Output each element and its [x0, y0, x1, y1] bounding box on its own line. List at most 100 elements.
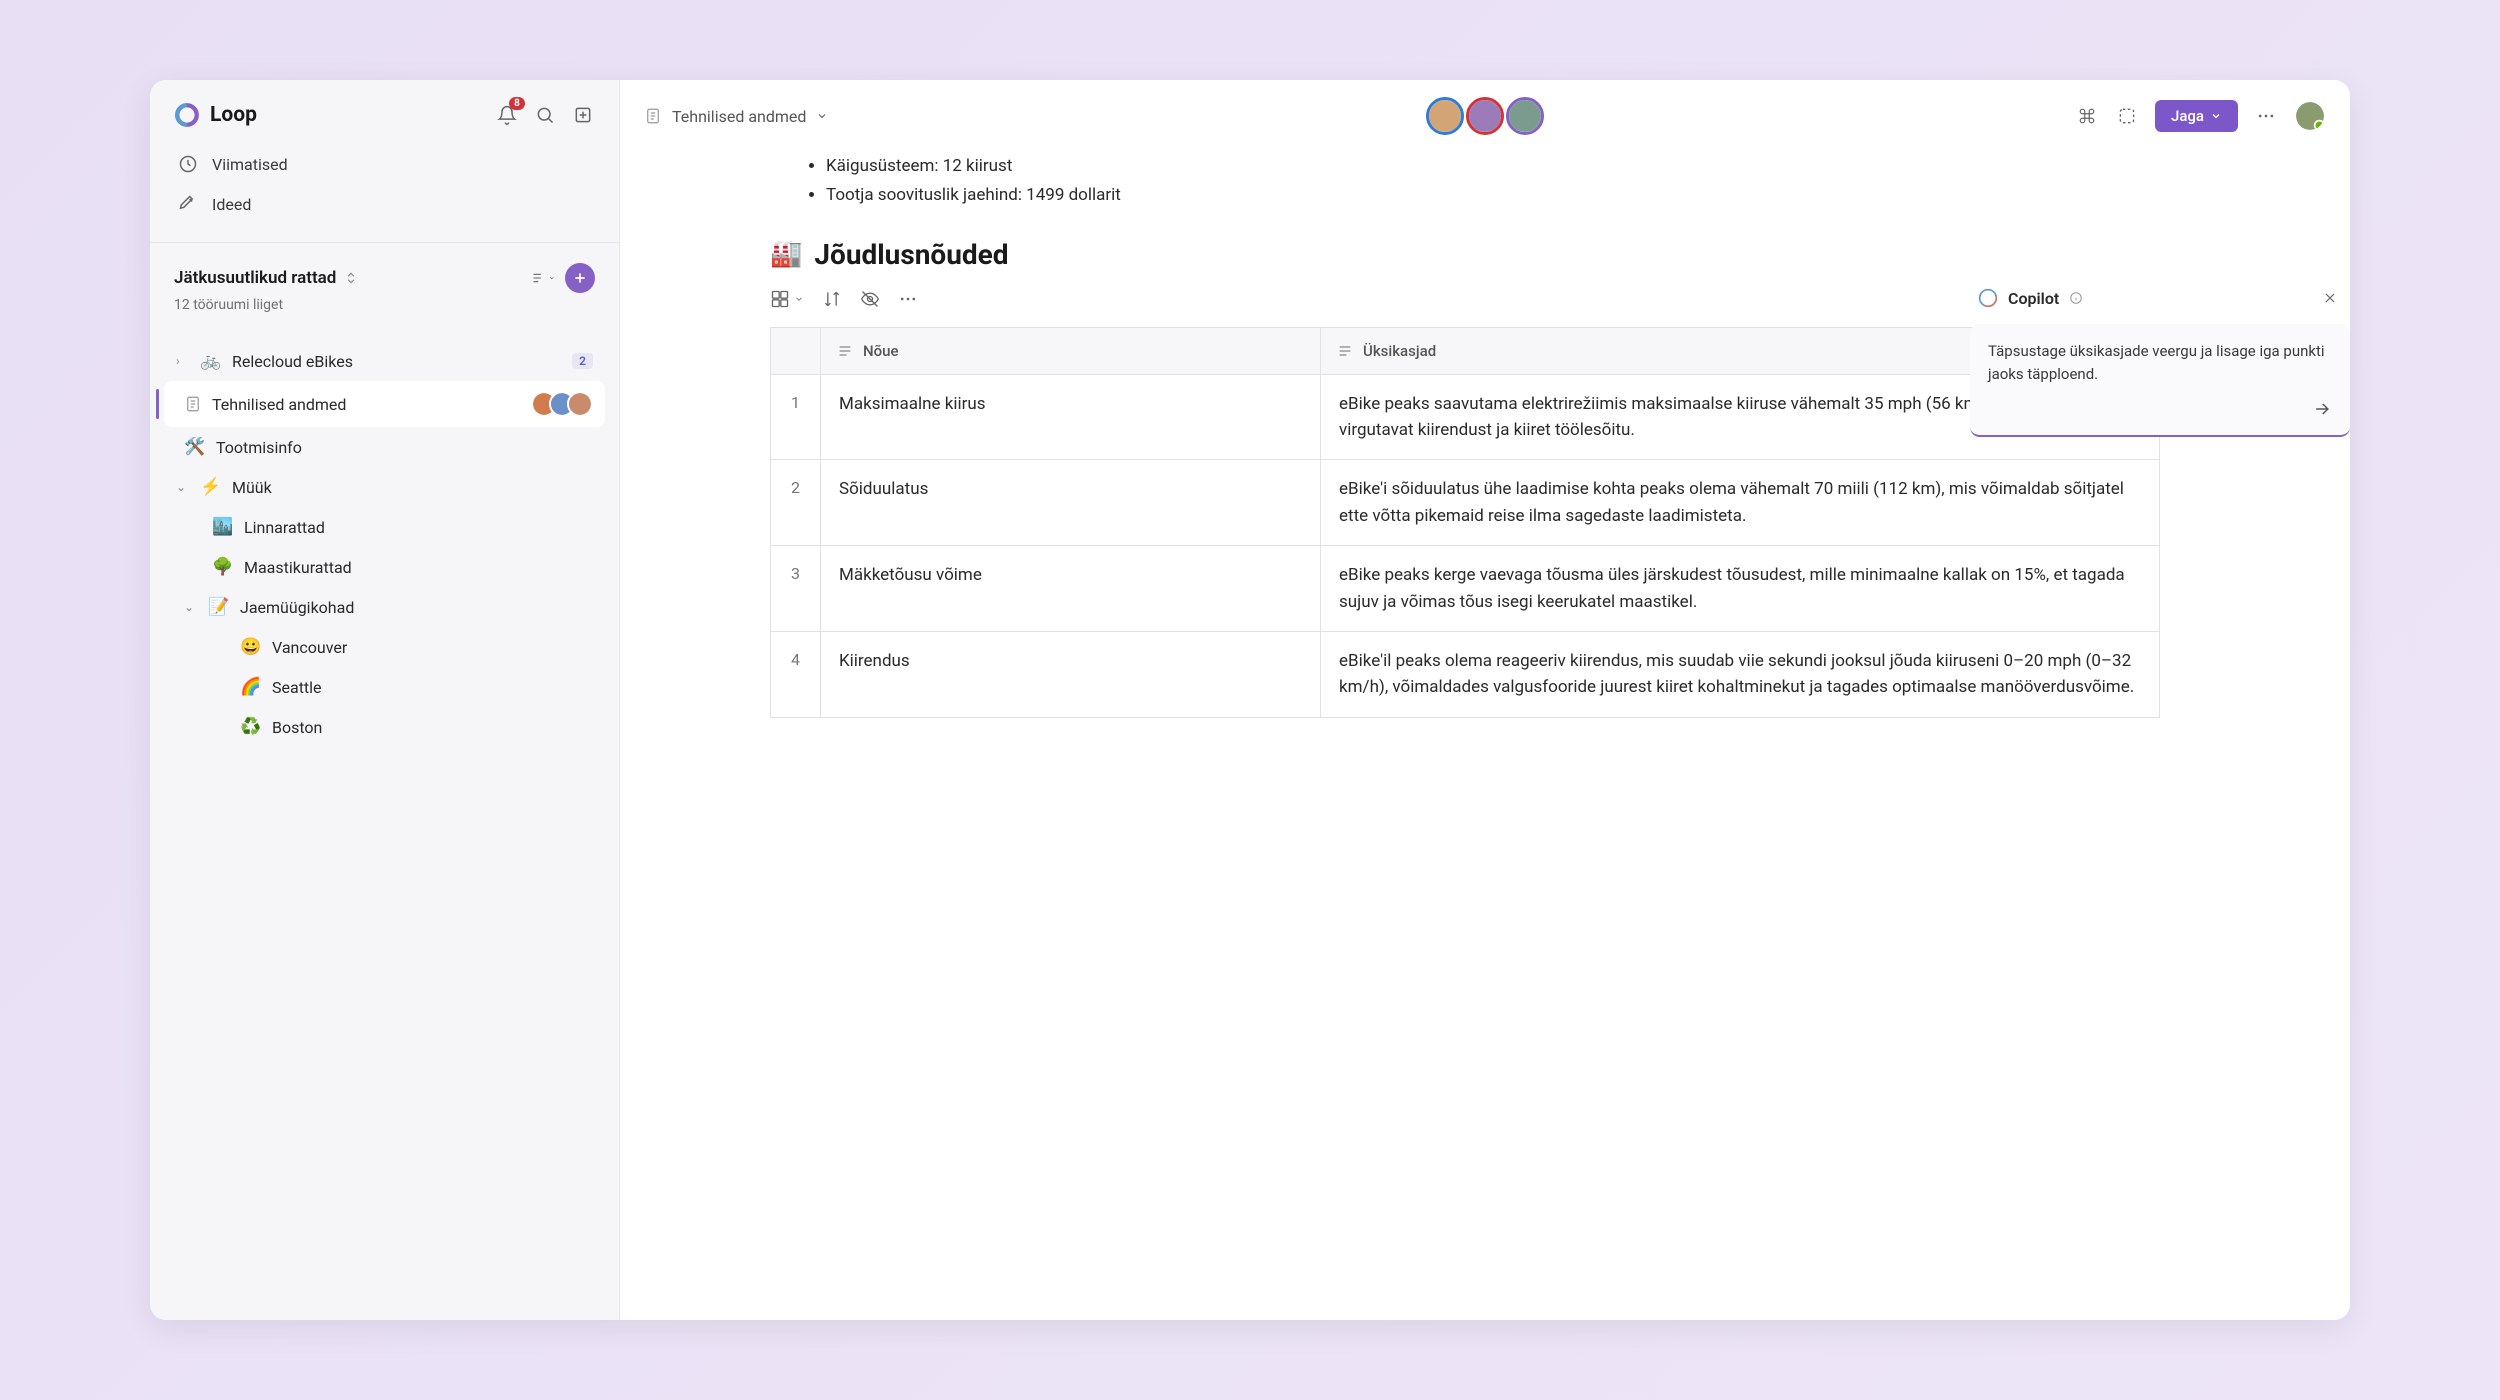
plus-icon	[572, 270, 588, 286]
list-options-button[interactable]	[531, 266, 555, 290]
cell-requirement[interactable]: Sõiduulatus	[821, 460, 1321, 546]
tree-item-retail[interactable]: ⌄ 📝 Jaemüügikohad	[164, 587, 605, 627]
sort-icon[interactable]	[822, 289, 842, 309]
tree-icon: 🌳	[212, 557, 234, 577]
tree-label: Vancouver	[272, 638, 593, 657]
pencil-icon: 📝	[208, 597, 230, 617]
pen-icon	[178, 194, 198, 214]
add-page-button[interactable]	[571, 103, 595, 127]
tree-label: Relecloud eBikes	[232, 352, 562, 371]
tree-item-sales[interactable]: ⌄ ⚡ Müük	[164, 467, 605, 507]
tree-item-mountain-bikes[interactable]: 🌳 Maastikurattad	[164, 547, 605, 587]
clock-icon	[178, 154, 198, 174]
visibility-icon[interactable]	[860, 289, 880, 309]
component-button[interactable]	[2115, 104, 2139, 128]
command-button[interactable]	[2075, 104, 2099, 128]
cell-requirement[interactable]: Maksimaalne kiirus	[821, 374, 1321, 460]
tree-item-seattle[interactable]: 🌈 Seattle	[164, 667, 605, 707]
cell-details[interactable]: eBike'i sõiduulatus ühe laadimise kohta …	[1321, 460, 2160, 546]
copilot-title: Copilot	[2008, 289, 2059, 308]
workspace-subtitle: 12 tööruumi liiget	[174, 297, 595, 313]
tree-item-vancouver[interactable]: 😀 Vancouver	[164, 627, 605, 667]
nav-ideas-label: Ideed	[212, 195, 251, 214]
face-icon: 😀	[240, 637, 262, 657]
row-number: 2	[771, 460, 821, 546]
app-logo[interactable]: Loop	[174, 102, 257, 128]
factory-icon: 🏭	[770, 239, 802, 269]
tree-label: Tootmisinfo	[216, 438, 593, 457]
chevron-down-icon	[816, 110, 828, 122]
page-icon	[184, 395, 202, 413]
section-title: Jõudlusnõuded	[814, 238, 1008, 271]
more-horizontal-icon[interactable]	[898, 289, 918, 309]
text-icon	[837, 343, 853, 359]
city-icon: 🏙️	[212, 517, 234, 537]
bolt-icon: ⚡	[200, 477, 222, 497]
workspace-actions	[531, 263, 595, 293]
close-copilot-button[interactable]	[2318, 286, 2342, 310]
section-heading[interactable]: 🏭 Jõudlusnõuded	[770, 238, 2160, 271]
avatar	[567, 391, 593, 417]
cell-requirement[interactable]: Kiirendus	[821, 631, 1321, 717]
chevron-down-icon	[548, 273, 555, 283]
search-icon	[535, 105, 555, 125]
tree-label: Müük	[232, 478, 593, 497]
more-button[interactable]	[2254, 104, 2278, 128]
nav-recents-label: Viimatised	[212, 155, 288, 174]
sidebar: Loop 8 Viimatised	[150, 80, 620, 1320]
tree-item-production[interactable]: 🛠️ Tootmisinfo	[164, 427, 605, 467]
tree-item-tech-data[interactable]: Tehnilised andmed	[164, 381, 605, 427]
chevron-right-icon: ›	[176, 354, 190, 368]
search-button[interactable]	[533, 103, 557, 127]
workspace-section: Jätkusuutlikud rattad 12 tööruumi liiget	[150, 242, 619, 325]
info-icon[interactable]	[2069, 291, 2083, 305]
cell-requirement[interactable]: Mäkketõusu võime	[821, 546, 1321, 632]
arrow-right-icon[interactable]	[2312, 399, 2332, 419]
table-row[interactable]: 1 Maksimaalne kiirus eBike peaks saavuta…	[771, 374, 2160, 460]
tree-item-boston[interactable]: ♻️ Boston	[164, 707, 605, 747]
copilot-header: Copilot	[1970, 282, 2350, 324]
tools-icon: 🛠️	[184, 437, 206, 457]
presence-avatar[interactable]	[1426, 97, 1464, 135]
workspace-header: Jätkusuutlikud rattad	[174, 263, 595, 293]
table-row[interactable]: 4 Kiirendus eBike'il peaks olema reageer…	[771, 631, 2160, 717]
rainbow-icon: 🌈	[240, 677, 262, 697]
presence-group	[1426, 97, 1544, 135]
tree-item-relecloud[interactable]: › 🚲 Relecloud eBikes 2	[164, 341, 605, 381]
copilot-icon	[1978, 288, 1998, 308]
table-row[interactable]: 2 Sõiduulatus eBike'i sõiduulatus ühe la…	[771, 460, 2160, 546]
add-page-icon	[573, 105, 593, 125]
th-label: Nõue	[863, 342, 899, 360]
nav-recents[interactable]: Viimatised	[164, 144, 605, 184]
table-toolbar	[770, 289, 2160, 309]
page-icon	[644, 107, 662, 125]
workspace-switcher[interactable]: Jätkusuutlikud rattad	[174, 268, 358, 288]
close-icon	[2322, 290, 2338, 306]
view-switcher[interactable]	[770, 289, 804, 309]
tree-label: Maastikurattad	[244, 558, 593, 577]
cell-details[interactable]: eBike peaks kerge vaevaga tõusma üles jä…	[1321, 546, 2160, 632]
text-icon	[1337, 343, 1353, 359]
breadcrumb[interactable]: Tehnilised andmed	[644, 107, 828, 126]
tree-label: Seattle	[272, 678, 593, 697]
add-workspace-item-button[interactable]	[565, 263, 595, 293]
list-icon	[531, 268, 546, 288]
nav-ideas[interactable]: Ideed	[164, 184, 605, 224]
user-avatar[interactable]	[2294, 100, 2326, 132]
cell-details[interactable]: eBike'il peaks olema reageeriv kiirendus…	[1321, 631, 2160, 717]
bullet-item[interactable]: Tootja soovituslik jaehind: 1499 dollari…	[826, 181, 2160, 210]
share-button[interactable]: Jaga	[2155, 100, 2238, 132]
tree-item-city-bikes[interactable]: 🏙️ Linnarattad	[164, 507, 605, 547]
table-header-requirement[interactable]: Nõue	[821, 327, 1321, 374]
notifications-button[interactable]: 8	[495, 103, 519, 127]
table-header-num[interactable]	[771, 327, 821, 374]
tree-label: Tehnilised andmed	[212, 395, 529, 414]
presence-avatar[interactable]	[1506, 97, 1544, 135]
presence-avatar[interactable]	[1466, 97, 1504, 135]
chevron-updown-icon	[344, 271, 358, 285]
requirements-table: Nõue Üksikasjad 1 M	[770, 327, 2160, 718]
tree-label: Linnarattad	[244, 518, 593, 537]
table-row[interactable]: 3 Mäkketõusu võime eBike peaks kerge vae…	[771, 546, 2160, 632]
bullet-item[interactable]: Käigusüsteem: 12 kiirust	[826, 152, 2160, 181]
copilot-prompt-card[interactable]: Täpsustage üksikasjade veergu ja lisage …	[1970, 324, 2350, 437]
